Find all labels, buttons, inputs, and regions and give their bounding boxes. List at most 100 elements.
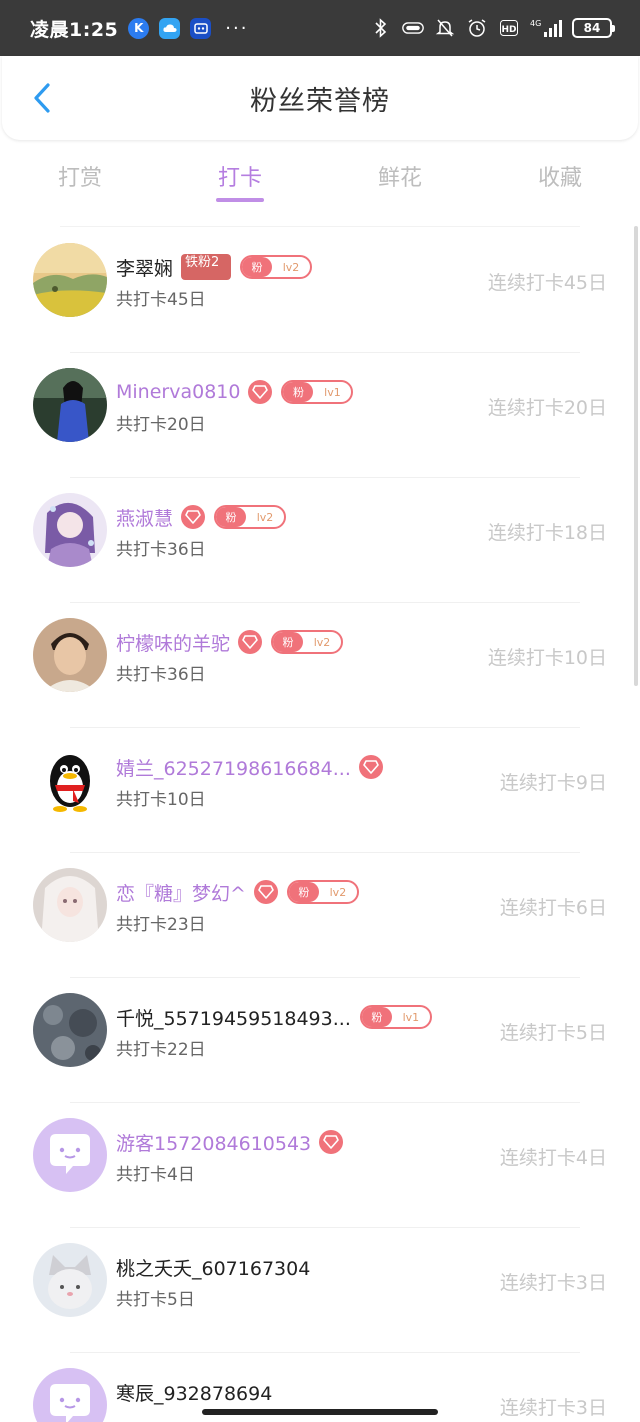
battery-indicator: 84: [572, 18, 615, 38]
user-name[interactable]: 寒辰_932878694: [116, 1379, 272, 1406]
list-item[interactable]: 李翠娴 铁粉2 粉 lv2 共打卡45日 连续打卡45日: [0, 228, 640, 353]
avatar[interactable]: [33, 743, 107, 817]
tab-favorites[interactable]: 收藏: [480, 150, 640, 210]
list-item[interactable]: 恋『糖』梦幻^ 粉 lv2 共打卡23日 连续打卡6日: [0, 853, 640, 978]
streak-checkin: 连续打卡20日: [487, 397, 607, 419]
streak-checkin: 连续打卡18日: [487, 522, 607, 544]
fan-level: lv2: [329, 885, 347, 899]
tab-flowers[interactable]: 鲜花: [320, 150, 480, 210]
status-more-dots: ···: [225, 17, 249, 39]
fan-tag: 粉: [273, 632, 304, 652]
fan-level-badge: 粉 lv2: [240, 255, 313, 279]
avatar[interactable]: [33, 493, 107, 567]
user-name[interactable]: Minerva0810: [116, 381, 240, 403]
list-item[interactable]: 桃之夭夭_607167304 共打卡5日 连续打卡3日: [0, 1228, 640, 1353]
avatar[interactable]: [33, 618, 107, 692]
svg-text:HD: HD: [501, 25, 516, 35]
user-name[interactable]: 千悦_55719459518493...: [116, 1004, 351, 1031]
active-tab-indicator: [216, 198, 264, 202]
page-title: 粉丝荣誉榜: [250, 85, 390, 117]
k-app-icon: K: [128, 17, 150, 39]
name-line: 寒辰_932878694: [116, 1378, 272, 1406]
streak-checkin: 连续打卡4日: [499, 1147, 607, 1169]
avatar[interactable]: [33, 993, 107, 1067]
streak-checkin: 连续打卡6日: [499, 897, 607, 919]
alarm-icon: [466, 17, 488, 39]
tab-checkin[interactable]: 打卡: [160, 150, 320, 210]
fan-tag: 粉: [361, 1007, 392, 1027]
name-line: 千悦_55719459518493... 粉 lv1: [116, 1003, 432, 1031]
name-line: 婧兰_62527198616684...: [116, 753, 383, 781]
avatar[interactable]: [33, 243, 107, 317]
diamond-icon: [181, 505, 206, 529]
name-line: Minerva0810 粉 lv1: [116, 378, 354, 406]
avatar[interactable]: [33, 1118, 107, 1192]
tab-label: 鲜花: [377, 166, 422, 191]
fan-level-badge: 粉 lv1: [359, 1005, 432, 1029]
signal-icon: 4G: [530, 17, 562, 39]
status-time: 凌晨1:25: [30, 18, 119, 41]
tab-label: 收藏: [537, 166, 582, 191]
status-right-icons: HD 4G 84: [370, 17, 615, 39]
cloud-app-icon: [159, 17, 181, 39]
fan-tag: 粉: [283, 382, 314, 402]
list-item[interactable]: 游客1572084610543 共打卡4日 连续打卡4日: [0, 1103, 640, 1228]
chevron-left-icon: [34, 83, 50, 113]
fan-tag: 粉: [288, 882, 319, 902]
diamond-icon: [358, 755, 383, 779]
list-item[interactable]: 千悦_55719459518493... 粉 lv1 共打卡22日 连续打卡5日: [0, 978, 640, 1103]
tab-label: 打赏: [57, 166, 102, 191]
total-checkin: 共打卡10日: [116, 790, 206, 810]
avatar[interactable]: [33, 868, 107, 942]
fan-tag: 粉: [216, 507, 247, 527]
user-name[interactable]: 婧兰_62527198616684...: [116, 754, 351, 781]
avatar[interactable]: [33, 1243, 107, 1317]
name-line: 柠檬味的羊驼 粉 lv2: [116, 628, 344, 656]
fan-level-badge: 粉 lv2: [271, 630, 344, 654]
list-item[interactable]: Minerva0810 粉 lv1 共打卡20日 连续打卡20日: [0, 353, 640, 478]
tab-reward[interactable]: 打赏: [0, 150, 160, 210]
back-button[interactable]: [22, 78, 62, 118]
bluetooth-icon: [370, 17, 392, 39]
user-name[interactable]: 燕淑慧: [116, 504, 173, 531]
name-line: 恋『糖』梦幻^ 粉 lv2: [116, 878, 359, 906]
diamond-icon: [253, 880, 278, 904]
list-item[interactable]: 柠檬味的羊驼 粉 lv2 共打卡36日 连续打卡10日: [0, 603, 640, 728]
streak-checkin: 连续打卡3日: [499, 1272, 607, 1294]
diamond-icon: [319, 1130, 344, 1154]
vibrate-icon: [402, 17, 424, 39]
streak-checkin: 连续打卡3日: [499, 1397, 607, 1419]
fan-level: lv2: [256, 510, 274, 524]
name-line: 桃之夭夭_607167304: [116, 1253, 310, 1281]
user-name[interactable]: 柠檬味的羊驼: [116, 629, 230, 656]
user-name[interactable]: 恋『糖』梦幻^: [116, 879, 246, 906]
fan-level: lv1: [324, 385, 341, 399]
divider: [60, 226, 580, 227]
user-name[interactable]: 游客1572084610543: [116, 1129, 311, 1156]
fan-tag: 粉: [242, 257, 273, 277]
fan-level-badge: 粉 lv1: [281, 380, 354, 404]
total-checkin: 共打卡36日: [116, 665, 206, 685]
total-checkin: 共打卡45日: [116, 290, 206, 310]
fan-level: lv2: [282, 260, 300, 274]
total-checkin: 共打卡20日: [116, 415, 206, 435]
name-line: 游客1572084610543: [116, 1128, 344, 1156]
total-checkin: 共打卡5日: [116, 1290, 195, 1310]
avatar[interactable]: [33, 1368, 107, 1422]
user-name[interactable]: 桃之夭夭_607167304: [116, 1254, 310, 1281]
home-indicator[interactable]: [202, 1409, 438, 1415]
page-header: 粉丝荣誉榜: [2, 56, 638, 140]
fan-level-badge: 粉 lv2: [214, 505, 287, 529]
total-checkin: 共打卡23日: [116, 915, 206, 935]
avatar[interactable]: [33, 368, 107, 442]
list-item[interactable]: 燕淑慧 粉 lv2 共打卡36日 连续打卡18日: [0, 478, 640, 603]
fan-level: lv2: [313, 635, 331, 649]
diamond-icon: [248, 380, 273, 404]
user-name[interactable]: 李翠娴: [116, 254, 173, 281]
name-line: 燕淑慧 粉 lv2: [116, 503, 287, 531]
list-item[interactable]: 婧兰_62527198616684... 共打卡10日 连续打卡9日: [0, 728, 640, 853]
tab-bar: 打赏 打卡 鲜花 收藏: [0, 150, 640, 210]
scrollbar[interactable]: [634, 226, 638, 686]
streak-checkin: 连续打卡5日: [499, 1022, 607, 1044]
streak-checkin: 连续打卡9日: [499, 772, 607, 794]
